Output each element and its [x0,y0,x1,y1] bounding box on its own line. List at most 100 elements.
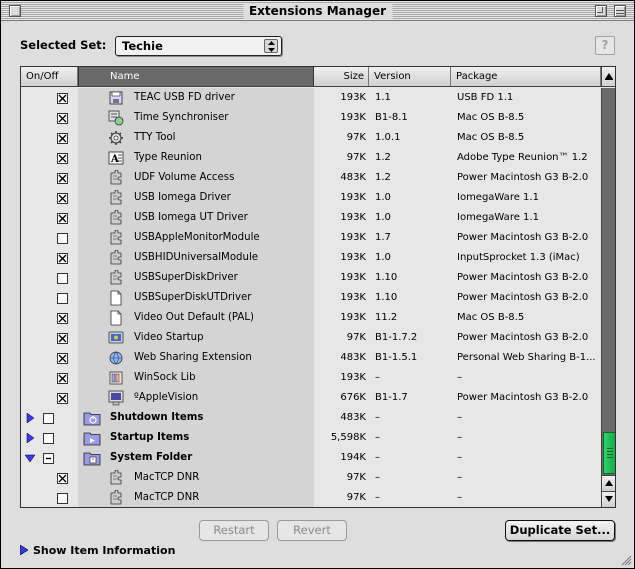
close-box-icon[interactable] [9,5,21,17]
restart-button[interactable]: Restart [199,520,269,541]
table-row[interactable]: Time Synchroniser 193K B1-8.1 Mac OS B-8.5 [21,108,601,128]
collapse-box-icon[interactable] [614,5,626,17]
scroll-down-arrow[interactable] [602,491,615,507]
extension-checkbox[interactable] [57,273,68,284]
item-package: – [457,492,462,503]
table-row[interactable]: Video Out Default (PAL) 193K 11.2 Mac OS B-… [21,308,601,328]
item-name: Shutdown Items [110,412,204,423]
disclosure-expanded-icon[interactable] [24,453,36,463]
extension-checkbox[interactable] [57,213,68,224]
table-row[interactable]: USB Iomega Driver 193K 1.0 IomegaWare 1.1 [21,188,601,208]
column-header-package[interactable]: Package [451,67,601,86]
extension-checkbox[interactable] [57,313,68,324]
item-size: 97K [346,152,366,163]
extension-checkbox[interactable] [57,333,68,344]
table-row[interactable]: USB Iomega UT Driver 193K 1.0 IomegaWare 1.… [21,208,601,228]
item-package: Power Macintosh G3 B-2.0 [457,272,589,283]
table-row[interactable]: USBHIDUniversalModule 193K 1.0 InputSprocke… [21,248,601,268]
item-package: Mac OS B-8.5 [457,112,525,123]
zoom-box-icon[interactable] [595,5,607,17]
item-version: B1-8.1 [375,112,408,123]
extension-checkbox[interactable] [57,473,68,484]
column-header-onoff[interactable]: On/Off [21,67,78,86]
extension-checkbox[interactable] [57,393,68,404]
disclosure-collapsed-icon[interactable] [25,412,35,424]
item-size: 483K [340,412,366,423]
column-header-name[interactable]: Name [78,67,314,86]
table-row[interactable]: TTY Tool 97K 1.0.1 Mac OS B-8.5 [21,128,601,148]
item-version: 1.1 [375,92,391,103]
item-version: 1.0 [375,212,391,223]
item-size: 483K [340,172,366,183]
disclosure-collapsed-icon[interactable] [25,432,35,444]
extension-checkbox[interactable] [57,173,68,184]
extensions-rows: TEAC USB FD driver 193K 1.1 USB FD 1.1 Time … [21,88,601,507]
table-row[interactable]: ºAppleVision 676K B1-1.7 Power Macintosh G3… [21,388,601,408]
table-row[interactable]: USBSuperDiskUTDriver 193K 1.10 Power Macint… [21,288,601,308]
table-row[interactable]: TEAC USB FD driver 193K 1.1 USB FD 1.1 [21,88,601,108]
resize-grip-icon[interactable] [620,554,632,566]
puzzle-extension-icon [108,489,124,506]
puzzle-extension-icon [108,269,124,286]
column-header-version[interactable]: Version [369,67,451,86]
popup-arrows-icon [264,39,278,53]
library-icon [108,370,124,386]
revert-button[interactable]: Revert [277,520,347,541]
extension-checkbox[interactable] [57,253,68,264]
help-button[interactable]: ? [595,36,615,55]
table-row[interactable]: Video Startup 97K B1-1.7.2 Power Macintosh … [21,328,601,348]
selected-set-popup[interactable]: Techie [115,36,282,56]
item-size: 5,598K [330,432,366,443]
folder-row[interactable]: Shutdown Items 483K – – [21,408,601,428]
item-name: ºAppleVision [134,392,199,403]
item-version: 1.10 [375,292,398,303]
vertical-scrollbar[interactable] [601,88,615,507]
table-row[interactable]: MacTCP DNR 97K – – [21,488,601,507]
scroll-up-arrow[interactable] [602,475,615,491]
document-icon [108,310,124,326]
folder-checkbox[interactable] [43,433,54,444]
item-package: – [457,412,462,423]
extension-checkbox[interactable] [57,133,68,144]
extension-checkbox[interactable] [57,233,68,244]
item-size: 483K [340,352,366,363]
extension-checkbox[interactable] [57,153,68,164]
table-row[interactable]: USBAppleMonitorModule 193K 1.7 Power Macint… [21,228,601,248]
table-row[interactable]: WinSock Lib 193K – – [21,368,601,388]
extension-checkbox[interactable] [57,373,68,384]
item-package: IomegaWare 1.1 [457,212,539,223]
table-row[interactable]: MacTCP DNR 97K – – [21,468,601,488]
folder-checkbox[interactable] [43,413,54,424]
item-version: – [375,452,380,463]
column-header-size[interactable]: Size [314,67,369,86]
video-icon [108,330,124,346]
item-size: 193K [340,312,366,323]
extension-checkbox[interactable] [57,93,68,104]
extension-checkbox[interactable] [57,193,68,204]
extension-checkbox[interactable] [57,113,68,124]
scroll-thumb[interactable] [603,432,615,474]
extension-checkbox[interactable] [57,353,68,364]
folder-row[interactable]: Startup Items 5,598K – – [21,428,601,448]
item-package: Mac OS B-8.5 [457,312,525,323]
item-version: – [375,412,380,423]
extension-checkbox[interactable] [57,493,68,504]
item-package: InputSprocket 1.3 (iMac) [457,252,580,263]
duplicate-set-button[interactable]: Duplicate Set... [505,520,615,541]
folder-checkbox[interactable] [43,453,54,464]
title-bar[interactable]: Extensions Manager [1,1,634,21]
extensions-manager-window: Extensions Manager Selected Set: Techie … [0,0,635,569]
item-version: B1-1.7.2 [375,332,418,343]
table-row[interactable]: Web Sharing Extension 483K B1-1.5.1 Persona… [21,348,601,368]
folder-row[interactable]: System Folder 194K – – [21,448,601,468]
item-package: USB FD 1.1 [457,92,514,103]
item-name: Web Sharing Extension [134,352,252,363]
table-row[interactable]: USBSuperDiskDriver 193K 1.10 Power Macintos… [21,268,601,288]
item-package: Power Macintosh G3 B-2.0 [457,292,589,303]
table-row[interactable]: UDF Volume Access 483K 1.2 Power Macintosh … [21,168,601,188]
table-row[interactable]: A Type Reunion 97K 1.2 Adobe Type Reunion™ 1… [21,148,601,168]
item-size: 193K [340,252,366,263]
item-version: – [375,432,380,443]
sort-direction-button[interactable] [601,67,615,87]
extension-checkbox[interactable] [57,293,68,304]
